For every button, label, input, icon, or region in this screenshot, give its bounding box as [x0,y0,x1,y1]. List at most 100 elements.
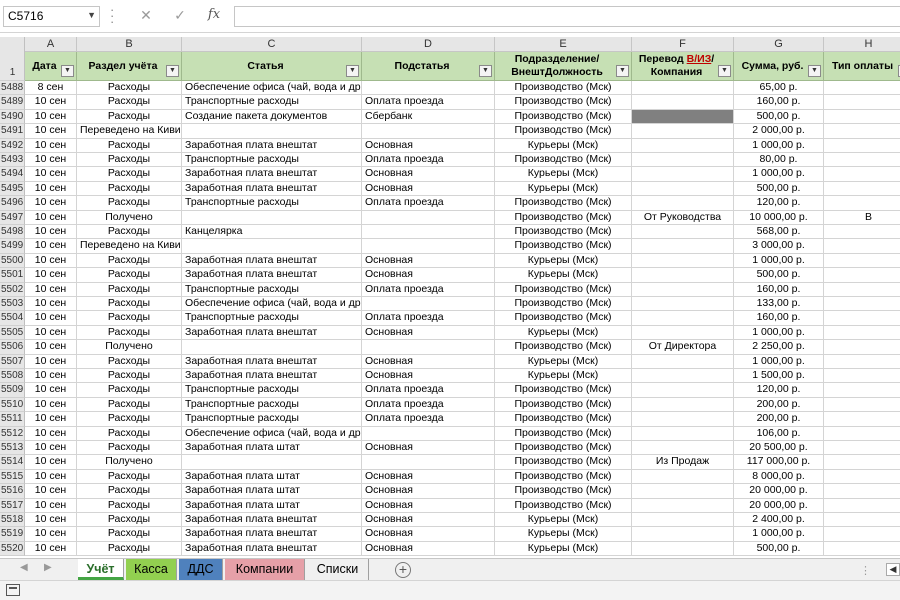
cell-b[interactable]: Расходы [77,369,182,384]
table-header-cell[interactable]: Перевод В/ИЗ/ Компания ▼ [632,52,734,81]
cell-d[interactable] [362,124,495,139]
cell-g[interactable]: 20 000,00 р. [734,498,824,513]
row-header[interactable]: 5495 [0,181,25,197]
filter-dropdown-icon[interactable]: ▼ [808,65,821,77]
cell-c[interactable]: Заработная плата штат [182,498,362,513]
cell-c[interactable]: Канцелярка [182,225,362,240]
cell-g[interactable]: 1 000,00 р. [734,325,824,341]
filter-dropdown-icon[interactable]: ▼ [61,65,74,77]
cell-f[interactable] [632,282,734,297]
cell-b[interactable]: Расходы [77,325,182,341]
cell-h[interactable] [824,326,900,341]
cell-d[interactable] [362,225,495,240]
cell-b[interactable]: Расходы [77,282,182,297]
cell-b[interactable]: Расходы [77,253,182,269]
cell-d[interactable]: Основная [362,181,495,197]
cell-b[interactable]: Расходы [77,484,182,499]
cell-e[interactable]: Курьеры (Мск) [495,527,632,542]
cell-e[interactable]: Производство (Мск) [495,311,632,326]
cell-c[interactable]: Транспортные расходы [182,153,362,168]
row-header[interactable]: 5515 [0,469,25,485]
cell-h[interactable] [824,355,900,369]
cell-g[interactable]: 500,00 р. [734,541,824,557]
sheet-tab-1[interactable]: Учёт [78,559,124,580]
cell-a[interactable]: 10 сен [25,354,77,369]
row-header[interactable]: 5503 [0,297,25,312]
cell-a[interactable]: 10 сен [25,441,77,456]
cell-e[interactable]: Курьеры (Мск) [495,369,632,384]
cell-c[interactable] [182,124,362,139]
cell-a[interactable]: 10 сен [25,124,77,139]
cell-b[interactable]: Расходы [77,354,182,369]
cell-g[interactable]: 20 500,00 р. [734,441,824,456]
cell-f[interactable] [632,441,734,456]
cell-a[interactable]: 10 сен [25,239,77,254]
row-header[interactable]: 5496 [0,196,25,211]
cell-a[interactable]: 10 сен [25,484,77,499]
filter-dropdown-icon[interactable]: ▼ [479,65,492,77]
cell-g[interactable]: 500,00 р. [734,268,824,283]
sheet-tab-3[interactable]: ДДС [179,559,223,580]
cell-g[interactable]: 2 400,00 р. [734,513,824,528]
sheet-tab-2[interactable]: Касса [126,559,177,580]
cell-a[interactable]: 10 сен [25,138,77,153]
cell-h[interactable] [824,124,900,139]
cell-e[interactable]: Производство (Мск) [495,469,632,485]
cell-d[interactable]: Основная [362,498,495,513]
cell-d[interactable]: Основная [362,138,495,153]
cell-f[interactable] [632,527,734,542]
cell-e[interactable]: Производство (Мск) [495,95,632,110]
table-header-cell[interactable]: Подразделение/ ВнештДолжность ▼ [495,52,632,81]
scroll-tabs-right-icon[interactable]: ▶ [44,562,52,573]
cell-g[interactable]: 8 000,00 р. [734,469,824,485]
row-header[interactable]: 5488 [0,81,25,96]
cell-b[interactable]: Расходы [77,297,182,312]
cell-g[interactable]: 1 500,00 р. [734,369,824,384]
cell-h[interactable] [824,81,900,96]
cell-c[interactable]: Заработная плата внештат [182,268,362,283]
cell-b[interactable]: Расходы [77,441,182,456]
horizontal-scroll[interactable]: ◀ [880,561,900,578]
cell-a[interactable]: 10 сен [25,282,77,297]
cell-e[interactable]: Производство (Мск) [495,225,632,240]
cell-d[interactable] [362,340,495,355]
cell-e[interactable]: Производство (Мск) [495,455,632,470]
cell-h[interactable] [824,484,900,499]
row-header[interactable]: 5514 [0,455,25,470]
cell-b[interactable]: Получено [77,210,182,225]
worksheet-grid[interactable]: 1 A Дата ▼ B Раздел учёта ▼ C Статья ▼ D Подстатья… [0,37,900,558]
cell-a[interactable]: 10 сен [25,383,77,398]
cell-a[interactable]: 10 сен [25,469,77,485]
row-header[interactable]: 5506 [0,340,25,355]
cell-b[interactable]: Расходы [77,167,182,182]
cell-b[interactable]: Расходы [77,109,182,125]
cell-a[interactable]: 10 сен [25,340,77,355]
row-header[interactable]: 5508 [0,369,25,384]
row-header-1[interactable]: 1 [0,52,25,81]
cell-f[interactable] [632,196,734,211]
cell-h[interactable] [824,427,900,441]
cell-d[interactable]: Оплата проезда [362,311,495,326]
cell-c[interactable]: Заработная плата внештат [182,253,362,269]
cell-d[interactable]: Основная [362,441,495,456]
row-header[interactable]: 5502 [0,282,25,297]
column-header-b[interactable]: B [77,37,182,52]
cell-c[interactable] [182,340,362,355]
column-header-c[interactable]: C [182,37,362,52]
cell-g[interactable]: 1 000,00 р. [734,527,824,542]
cancel-icon[interactable]: ✕ [136,7,156,27]
cell-a[interactable]: 10 сен [25,397,77,413]
cell-b[interactable]: Расходы [77,383,182,398]
cell-a[interactable]: 10 сен [25,153,77,168]
cell-e[interactable]: Производство (Мск) [495,412,632,427]
cell-b[interactable]: Расходы [77,181,182,197]
cell-c[interactable]: Заработная плата внештат [182,527,362,542]
row-header[interactable]: 5518 [0,513,25,528]
cell-f[interactable] [632,311,734,326]
row-header[interactable]: 5490 [0,109,25,125]
table-header-cell[interactable]: Подстатья ▼ [362,52,495,81]
cell-c[interactable]: Транспортные расходы [182,397,362,413]
cell-c[interactable]: Заработная плата штат [182,441,362,456]
cell-d[interactable]: Оплата проезда [362,397,495,413]
cell-g[interactable]: 200,00 р. [734,397,824,413]
